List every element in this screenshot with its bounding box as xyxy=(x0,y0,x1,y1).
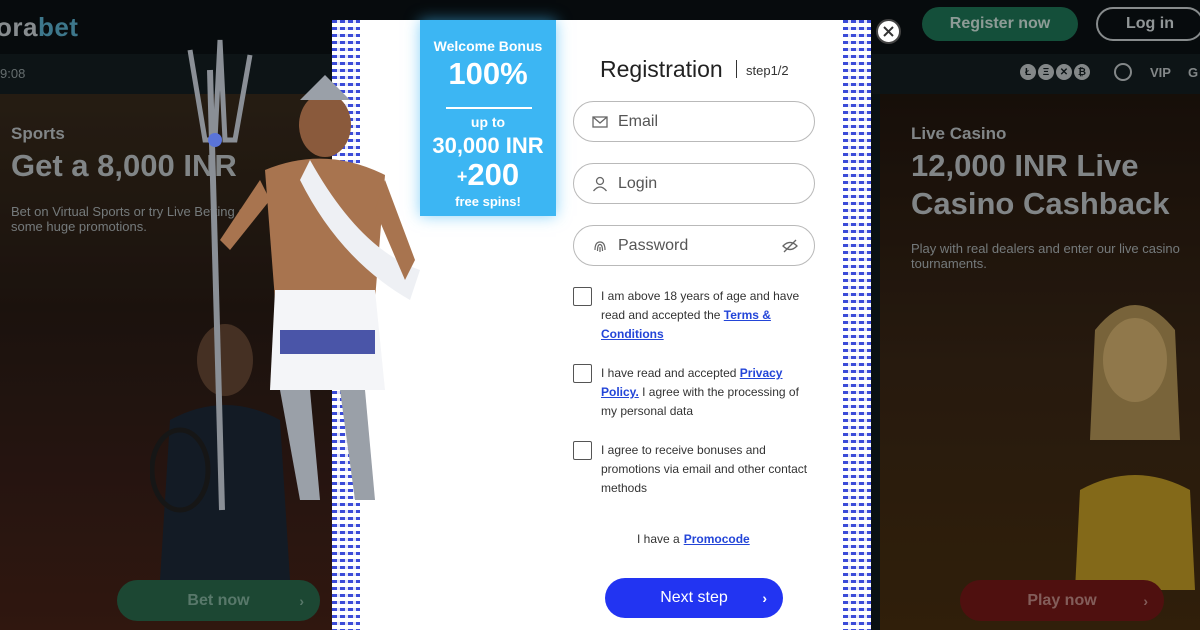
close-modal-button[interactable] xyxy=(876,19,901,44)
fingerprint-icon xyxy=(594,241,606,252)
age-terms-checkbox-row: I am above 18 years of age and have read… xyxy=(573,287,813,344)
bonus-divider xyxy=(446,107,532,109)
eye-slash-icon[interactable] xyxy=(782,239,798,253)
user-icon xyxy=(592,176,608,192)
poseidon-character-image xyxy=(187,39,420,511)
promocode-row: I have a Promocode xyxy=(637,532,750,546)
next-step-button[interactable]: Next step › xyxy=(605,578,783,618)
promotions-checkbox-row: I agree to receive bonuses and promotion… xyxy=(573,441,813,498)
privacy-text: I have read and accepted Privacy Policy.… xyxy=(601,366,799,418)
title-divider xyxy=(736,60,737,78)
age-terms-text: I am above 18 years of age and have read… xyxy=(601,289,800,341)
password-field[interactable] xyxy=(573,225,815,266)
email-input[interactable] xyxy=(618,112,768,131)
login-input[interactable] xyxy=(618,174,768,193)
envelope-icon xyxy=(592,116,608,128)
registration-title: Registration xyxy=(600,56,723,82)
chevron-right-icon: › xyxy=(762,590,767,606)
promotions-text: I agree to receive bonuses and promotion… xyxy=(601,443,808,495)
login-field[interactable] xyxy=(573,163,815,204)
email-field[interactable] xyxy=(573,101,815,142)
greek-pattern-border-right xyxy=(843,20,871,630)
promotions-checkbox[interactable] xyxy=(573,441,592,460)
promocode-link[interactable]: Promocode xyxy=(684,532,750,546)
age-terms-checkbox[interactable] xyxy=(573,287,592,306)
password-input[interactable] xyxy=(618,236,768,255)
close-icon xyxy=(883,26,894,37)
privacy-checkbox[interactable] xyxy=(573,364,592,383)
privacy-checkbox-row: I have read and accepted Privacy Policy.… xyxy=(573,364,813,421)
registration-step: step1/2 xyxy=(746,63,789,78)
